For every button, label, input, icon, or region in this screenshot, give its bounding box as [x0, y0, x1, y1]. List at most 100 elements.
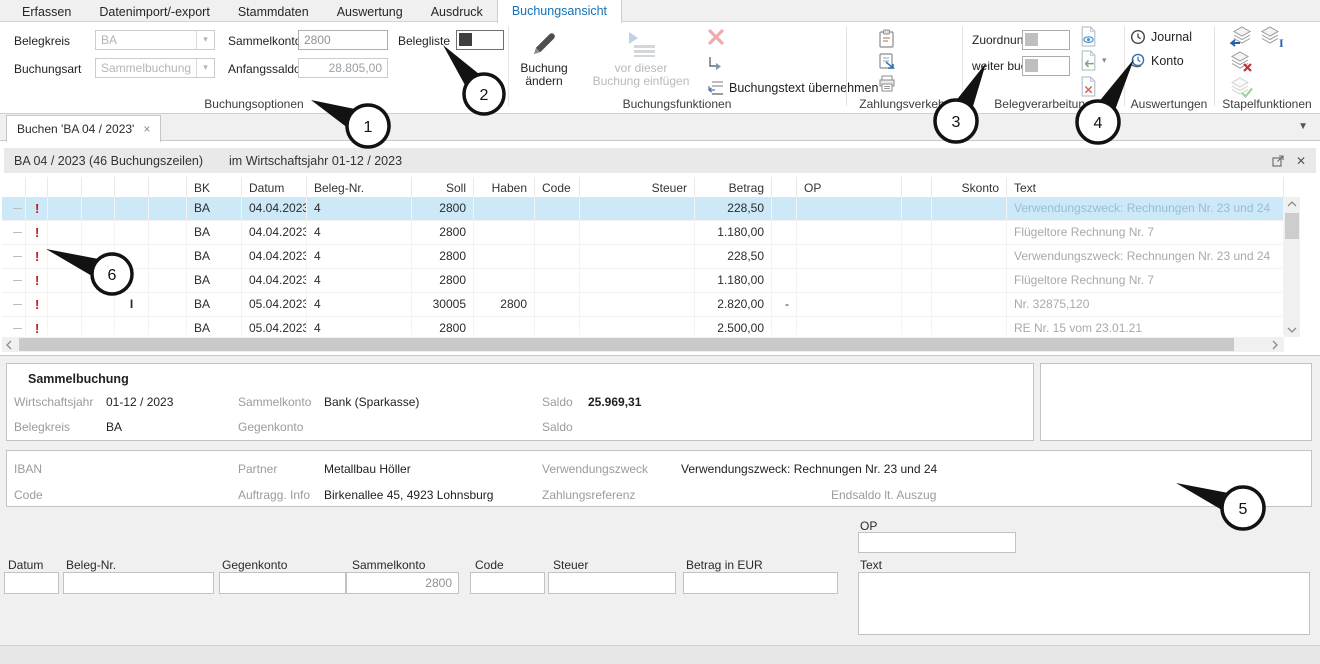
column-header-soll[interactable]: Soll [412, 177, 474, 197]
cell-e1 [48, 197, 82, 220]
sammelkonto-input[interactable] [346, 572, 459, 594]
stapel-import-button[interactable] [1230, 26, 1254, 48]
horizontal-scrollbar[interactable] [2, 337, 1284, 352]
steuer-input[interactable] [548, 572, 676, 594]
cell-skonto [932, 221, 1007, 244]
stapel-delete-button[interactable] [1230, 51, 1254, 73]
belegnr-input[interactable] [63, 572, 214, 594]
betrag-input[interactable] [683, 572, 838, 594]
column-header-dash[interactable] [772, 177, 797, 197]
column-header-steuer[interactable]: Steuer [580, 177, 695, 197]
beleg-remove-button[interactable] [1080, 76, 1097, 97]
side-panel-empty [1040, 363, 1312, 441]
ribbon-tab-bar: Erfassen Datenimport/-export Stammdaten … [0, 0, 1320, 22]
chevron-down-icon[interactable]: ▼ [1298, 121, 1308, 132]
table-row[interactable]: !BA04.04.2023428001.180,00Flügeltore Rec… [2, 221, 1284, 245]
konto-button[interactable]: Konto [1130, 53, 1184, 69]
row-expander[interactable] [2, 221, 26, 244]
popout-icon[interactable] [1272, 155, 1284, 167]
column-header-bk[interactable]: BK [187, 177, 242, 197]
column-header-skonto[interactable]: Skonto [932, 177, 1007, 197]
column-header-haben[interactable]: Haben [474, 177, 535, 197]
table-row[interactable]: !BA04.04.202342800228,50Verwendungszweck… [2, 197, 1284, 221]
row-expander[interactable] [2, 317, 26, 335]
zuordnung-toggle[interactable] [1022, 30, 1070, 50]
vertical-scrollbar[interactable] [1284, 197, 1300, 337]
column-header-text[interactable]: Text [1007, 177, 1284, 197]
zahlungsverkehr-clipboard-button[interactable] [878, 29, 895, 48]
buchungstext-uebernehmen-button[interactable]: Buchungstext übernehmen [706, 80, 878, 96]
zahlungsverkehr-print-button[interactable] [878, 75, 896, 92]
status-bar [0, 645, 1320, 664]
table-row[interactable]: !BA04.04.202342800228,50Verwendungszweck… [2, 245, 1284, 269]
zahlungsverkehr-assign-button[interactable] [878, 52, 896, 71]
datum-input[interactable] [4, 572, 59, 594]
close-icon[interactable]: × [143, 124, 150, 134]
delete-button[interactable] [706, 27, 726, 47]
tab-datenimport-export[interactable]: Datenimport/-export [85, 1, 223, 22]
column-header-code[interactable]: Code [535, 177, 580, 197]
scroll-right-icon[interactable] [1270, 339, 1280, 350]
cell-dash [772, 197, 797, 220]
stapel-confirm-button[interactable] [1230, 77, 1254, 99]
partner-value: Metallbau Höller [324, 462, 411, 476]
sammelkonto-input[interactable] [298, 30, 388, 50]
column-header-e2[interactable] [82, 177, 115, 197]
buchungsart-combo[interactable]: Sammelbuchung ▾ [95, 58, 215, 78]
tab-ausdruck[interactable]: Ausdruck [417, 1, 497, 22]
column-header-datum[interactable]: Datum [242, 177, 307, 197]
op-input[interactable] [858, 532, 1016, 553]
column-header-flag[interactable] [26, 177, 48, 197]
anfangssaldo-input[interactable] [298, 58, 388, 78]
scroll-left-icon[interactable] [4, 339, 14, 350]
column-header-tree[interactable] [2, 177, 26, 197]
tab-erfassen[interactable]: Erfassen [8, 1, 85, 22]
row-expander[interactable] [2, 293, 26, 316]
table-row[interactable]: !IBA05.04.202343000528002.820,00-Nr. 328… [2, 293, 1284, 317]
code-label: Code [475, 558, 504, 572]
weiter-buchen-toggle[interactable] [1022, 56, 1070, 76]
cell-belegnr: 4 [307, 293, 412, 316]
column-header-e1[interactable] [48, 177, 82, 197]
chevron-down-icon[interactable]: ▾ [196, 59, 214, 77]
beleg-back-button[interactable]: ▾ [1080, 50, 1107, 71]
row-expander[interactable] [2, 197, 26, 220]
tab-auswertung[interactable]: Auswertung [323, 1, 417, 22]
stapel-info-button[interactable]: I [1260, 26, 1284, 48]
scroll-up-icon[interactable] [1286, 199, 1298, 209]
row-expander[interactable] [2, 245, 26, 268]
beleg-preview-button[interactable] [1080, 26, 1097, 47]
column-header-belegnr[interactable]: Beleg-Nr. [307, 177, 412, 197]
column-header-betrag[interactable]: Betrag [695, 177, 772, 197]
tab-buchungsansicht[interactable]: Buchungsansicht [497, 0, 622, 23]
saldo-value: 25.969,31 [588, 395, 641, 409]
document-tab-buchen[interactable]: Buchen 'BA 04 / 2023' × [6, 115, 161, 142]
scroll-down-icon[interactable] [1286, 325, 1298, 335]
table-row[interactable]: !BA04.04.2023428001.180,00Flügeltore Rec… [2, 269, 1284, 293]
document-tab-bar: Buchen 'BA 04 / 2023' × ▼ [0, 114, 1320, 141]
tab-stammdaten[interactable]: Stammdaten [224, 1, 323, 22]
cell-skonto [932, 317, 1007, 335]
close-icon[interactable]: ✕ [1296, 154, 1306, 168]
op-uebernehmen-button[interactable] [708, 55, 724, 71]
code-input[interactable] [470, 572, 545, 594]
column-header-e5[interactable] [902, 177, 932, 197]
journal-button[interactable]: Journal [1130, 29, 1192, 45]
text-input[interactable] [858, 572, 1310, 635]
cell-haben [474, 245, 535, 268]
cell-op [797, 317, 902, 335]
gegenkonto-input[interactable] [219, 572, 346, 594]
chevron-down-icon[interactable]: ▾ [1102, 55, 1107, 66]
row-expander[interactable] [2, 269, 26, 292]
table-row[interactable]: !BA05.04.2023428002.500,00RE Nr. 15 vom … [2, 317, 1284, 335]
scrollbar-thumb[interactable] [19, 338, 1234, 351]
column-header-op[interactable]: OP [797, 177, 902, 197]
belegkreis-combo[interactable]: BA ▾ [95, 30, 215, 50]
column-header-e3[interactable] [115, 177, 149, 197]
cell-code [535, 221, 580, 244]
chevron-down-icon[interactable]: ▾ [196, 31, 214, 49]
scrollbar-thumb[interactable] [1285, 213, 1299, 239]
belegliste-toggle[interactable] [456, 30, 504, 50]
cell-code [535, 197, 580, 220]
column-header-e4[interactable] [149, 177, 187, 197]
